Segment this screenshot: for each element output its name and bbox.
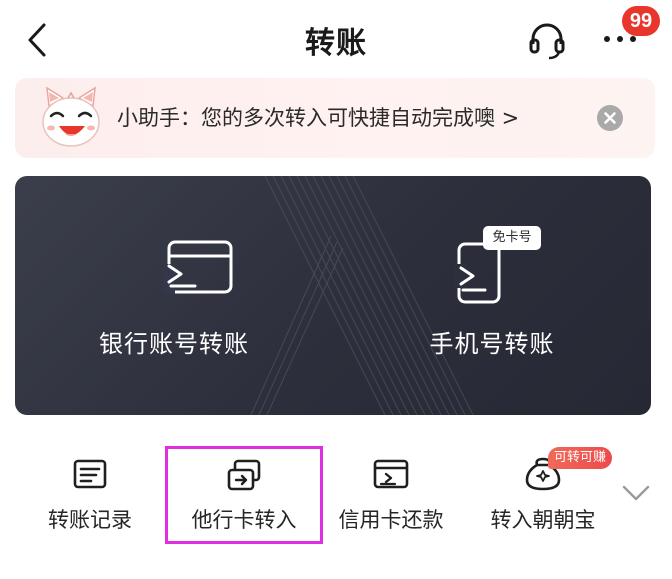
- assistant-tip-banner[interactable]: 小助手：您的多次转入可快捷自动完成噢 >: [15, 78, 655, 158]
- transfer-methods-card: 银行账号转账 免卡号 手机号转账: [15, 176, 651, 415]
- assistant-tip-text: 小助手：您的多次转入可快捷自动完成噢 >: [117, 106, 520, 130]
- headset-icon: [529, 23, 565, 60]
- card-transfer-in-icon: [227, 459, 261, 491]
- bank-account-transfer-label: 银行账号转账: [99, 330, 249, 358]
- no-card-number-tag: 免卡号: [483, 226, 541, 250]
- expand-more-button[interactable]: [618, 478, 654, 508]
- banner-close-button[interactable]: [597, 105, 623, 131]
- credit-card-icon: [373, 459, 409, 489]
- page-title: 转账: [305, 26, 367, 61]
- record-list-icon: [73, 459, 107, 489]
- zhaozhaobao-transfer-in-label: 转入朝朝宝: [490, 508, 596, 532]
- other-bank-transfer-in-label: 他行卡转入: [191, 508, 297, 532]
- customer-service-button[interactable]: [526, 20, 568, 60]
- cat-mascot-icon: [42, 86, 100, 147]
- top-nav-bar: 转账 99: [0, 0, 672, 80]
- phone-number-transfer-button[interactable]: 免卡号 手机号转账: [333, 176, 651, 415]
- chevron-down-icon: [622, 485, 650, 501]
- close-circle-icon: [604, 112, 616, 124]
- credit-card-repayment-entry[interactable]: 信用卡还款: [316, 430, 466, 542]
- other-bank-transfer-in-entry[interactable]: 他行卡转入: [165, 446, 323, 544]
- more-dots-icon: [604, 36, 636, 42]
- message-count-badge[interactable]: 99: [622, 6, 660, 36]
- bank-account-transfer-button[interactable]: 银行账号转账: [15, 176, 333, 415]
- transfer-records-label: 转账记录: [48, 508, 132, 532]
- phone-number-transfer-label: 手机号转账: [429, 330, 555, 358]
- transfer-records-entry[interactable]: 转账记录: [15, 430, 165, 542]
- transfer-earn-tag: 可转可赚: [548, 447, 612, 469]
- bank-card-transfer-icon: [163, 240, 233, 294]
- credit-card-repayment-label: 信用卡还款: [338, 508, 444, 532]
